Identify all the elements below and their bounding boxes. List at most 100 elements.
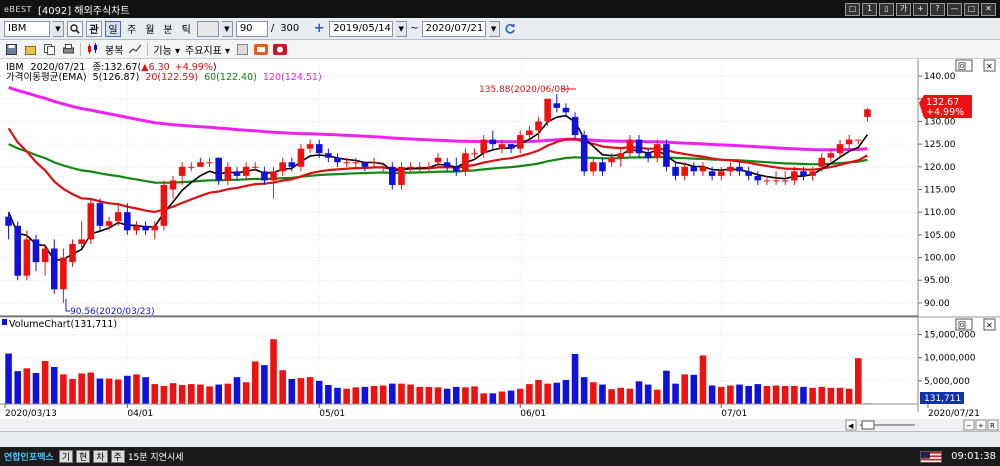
candle-body (727, 166, 734, 172)
candle-body (425, 166, 433, 168)
count-input[interactable]: 90 (235, 20, 268, 37)
print-icon[interactable] (61, 43, 75, 56)
candle-body (160, 184, 168, 226)
candle-body (197, 162, 204, 167)
date-from-input[interactable]: 2019/05/14 (329, 20, 394, 37)
candle-type-icon[interactable] (86, 43, 100, 56)
chart-area[interactable]: IBM 2020/07/21 종:132.67(▲6.30 +4.99%) 가격… (0, 59, 1000, 431)
volume-bar (562, 379, 570, 404)
copy-icon[interactable] (42, 43, 56, 56)
refresh-icon[interactable] (503, 22, 517, 35)
window-button-3[interactable]: ▯ (879, 2, 894, 16)
volume-bar (672, 383, 679, 404)
candle-body (471, 153, 478, 155)
info-button-2[interactable]: 현 (75, 450, 91, 463)
trend-line-icon[interactable] (128, 43, 142, 56)
help-button[interactable]: ? (930, 2, 945, 16)
candle-body (653, 144, 661, 158)
candle-body (251, 166, 259, 168)
stock-chart[interactable]: IBM 2020/07/21 종:132.67(▲6.30 +4.99%) 가격… (0, 59, 1000, 431)
plus-icon[interactable]: + (312, 21, 326, 36)
volume-bar (727, 385, 734, 404)
close-button[interactable]: ✕ (981, 2, 996, 16)
maximize-button[interactable]: ▢ (964, 2, 979, 16)
volume-bar (471, 386, 478, 404)
candle-body (855, 139, 862, 141)
candle-body (315, 144, 323, 154)
candle-body (845, 139, 853, 145)
window-button-4[interactable]: 가 (896, 2, 911, 16)
volume-bar (215, 384, 223, 404)
date-tick-label: 07/01 (721, 409, 747, 419)
candle-body (809, 171, 816, 176)
volume-bar (498, 391, 506, 404)
tab-tick[interactable]: 틱 (179, 21, 194, 36)
volume-bar (571, 354, 579, 404)
minimize-button[interactable]: — (947, 2, 962, 16)
interval-input[interactable] (196, 20, 219, 37)
volume-bar (827, 387, 835, 404)
info-button-1[interactable]: 기 (58, 450, 73, 463)
main-toolbar: IBM ▼ 관 일 주 월 분 틱 ▼ 90 / 300 + 2019/05/1… (0, 18, 1000, 40)
candle-body (836, 144, 844, 154)
volume-bar (60, 374, 67, 404)
alert-icon[interactable] (273, 43, 288, 56)
volume-bar (516, 388, 524, 404)
current-price-flag: 132.67 +4.99% (919, 95, 972, 118)
tab-monthly[interactable]: 월 (142, 21, 157, 36)
candle-body (434, 157, 442, 163)
svg-text:131,711: 131,711 (924, 394, 961, 404)
volume-bar (754, 384, 762, 404)
tab-minute[interactable]: 분 (160, 21, 175, 36)
price-tick-label: 110.00 (924, 208, 956, 218)
info-button-4[interactable]: 주 (110, 450, 125, 463)
indicator-menu[interactable]: 주요지표 ▾ (185, 42, 230, 57)
volume-bar (379, 385, 387, 404)
window-button-5[interactable]: + (913, 2, 928, 16)
date-to-dropdown-icon[interactable]: ▼ (488, 20, 500, 37)
divider (80, 42, 81, 56)
divider (147, 42, 149, 56)
function-menu[interactable]: 기능 ▾ (153, 42, 180, 57)
candle-body (151, 225, 159, 231)
volume-bar (855, 358, 862, 404)
candle-body (23, 239, 31, 276)
lock-button[interactable]: 관 (86, 20, 102, 37)
info-button-3[interactable]: 차 (93, 450, 108, 463)
window-titlebar: eBEST [4092] 해외주식차트 ▢ 1 ▯ 가 + ? — ▢ ✕ (0, 0, 1000, 18)
candle-body (297, 148, 305, 167)
mode-label[interactable]: 봉복 (105, 42, 123, 57)
search-icon[interactable] (67, 20, 83, 37)
volume-bar (462, 387, 469, 404)
volume-bar (288, 379, 296, 404)
interval-dropdown-icon[interactable]: ▼ (221, 20, 233, 37)
tab-daily[interactable]: 일 (105, 20, 121, 37)
ma-header: 가격이동평균(EMA) 5(126.87) 20(122.59) 60(122.… (6, 71, 322, 83)
volume-bar (599, 384, 606, 404)
chart-scrollbar[interactable]: ◀ − + R (0, 419, 1000, 431)
volume-bar (361, 386, 369, 404)
symbol-dropdown-icon[interactable]: ▼ (53, 20, 64, 37)
save-icon[interactable] (4, 43, 18, 56)
candle-body (644, 153, 652, 158)
volume-bar (325, 385, 332, 404)
volume-bar (745, 385, 752, 404)
date-from-dropdown-icon[interactable]: ▼ (396, 20, 408, 37)
candle-body (717, 171, 725, 176)
date-to-input[interactable]: 2020/07/21 (421, 20, 486, 37)
volume-bar (845, 388, 853, 404)
candle-body (480, 139, 487, 154)
blank-icon[interactable] (235, 43, 249, 56)
candle-body (553, 103, 561, 108)
candle-body (690, 166, 698, 172)
tab-weekly[interactable]: 주 (124, 21, 139, 36)
price-tick-label: 125.00 (924, 140, 956, 150)
volume-bar (23, 368, 31, 404)
volume-bar (279, 370, 286, 404)
data-icon[interactable] (254, 43, 269, 56)
open-icon[interactable] (23, 43, 37, 56)
symbol-input[interactable]: IBM (4, 20, 50, 37)
window-button-2[interactable]: 1 (862, 2, 877, 16)
window-button-1[interactable]: ▢ (845, 2, 860, 16)
volume-bar (206, 386, 213, 404)
